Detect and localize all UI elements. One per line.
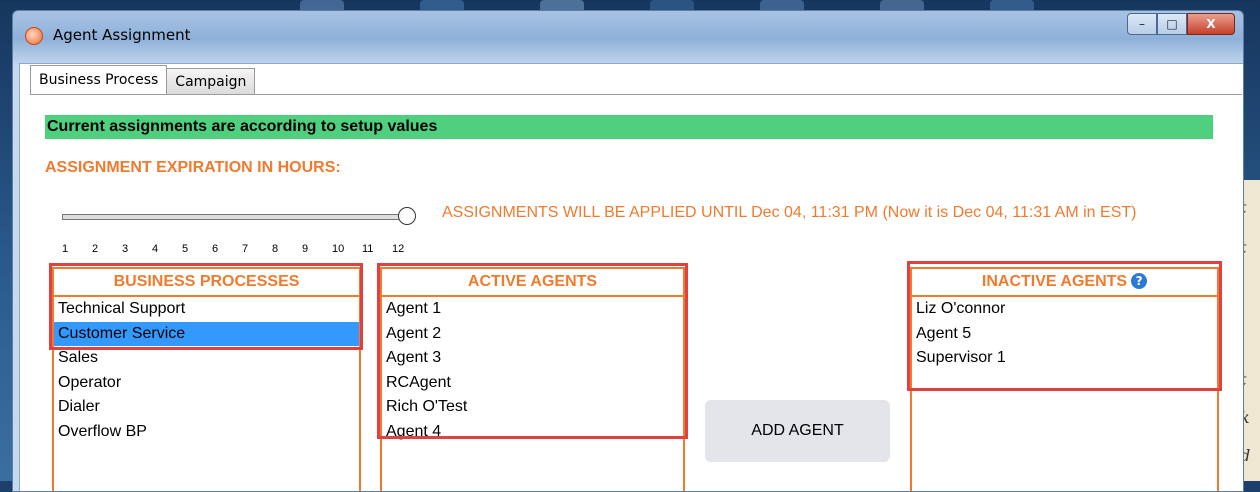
close-button[interactable]: X — [1187, 13, 1235, 35]
business-processes-header: BUSINESS PROCESSES — [54, 269, 359, 297]
business-process-item[interactable]: Overflow BP — [54, 420, 359, 445]
active-agent-item[interactable]: Agent 2 — [382, 322, 683, 347]
tab-business-process[interactable]: Business Process — [30, 65, 168, 94]
app-icon — [25, 27, 43, 45]
slider-tick-label: 1 — [62, 243, 69, 255]
tab-campaign[interactable]: Campaign — [166, 68, 256, 94]
inactive-agents-panel: INACTIVE AGENTS? Liz O'connor Agent 5 Supe… — [910, 267, 1219, 491]
inactive-agents-list[interactable]: Liz O'connor Agent 5 Supervisor 1 — [912, 297, 1217, 491]
add-agent-button[interactable]: ADD AGENT — [705, 400, 890, 462]
slider-tick-label: 12 — [392, 243, 405, 255]
window-controls: – □ X — [1127, 13, 1235, 35]
active-agent-item[interactable]: Agent 1 — [382, 297, 683, 322]
slider-tick-label: 11 — [362, 243, 374, 255]
agent-assignment-window: Agent Assignment – □ X Business Process … — [12, 10, 1244, 492]
business-process-item[interactable]: Technical Support — [54, 297, 359, 322]
tab-strip: Business Process Campaign — [30, 65, 256, 94]
window-title: Agent Assignment — [53, 26, 191, 44]
inactive-agent-item[interactable]: Liz O'connor — [912, 297, 1217, 322]
slider-tick-label: 2 — [92, 243, 99, 255]
expiration-slider-thumb[interactable] — [398, 207, 416, 225]
inactive-agents-header-label: INACTIVE AGENTS — [981, 273, 1128, 290]
slider-tick-label: 9 — [302, 243, 309, 255]
active-agents-header: ACTIVE AGENTS — [382, 269, 683, 297]
active-agent-item[interactable]: Rich O'Test — [382, 395, 683, 420]
slider-tick-labels: 1 2 3 4 5 6 7 8 9 10 11 12 — [62, 243, 422, 255]
slider-tick-label: 6 — [212, 243, 219, 255]
title-bar[interactable]: Agent Assignment – □ X — [13, 11, 1243, 63]
business-process-item[interactable]: Dialer — [54, 395, 359, 420]
slider-tick-label: 3 — [122, 243, 129, 255]
help-icon[interactable]: ? — [1131, 273, 1148, 289]
business-processes-panel: BUSINESS PROCESSES Technical Support Cust… — [52, 267, 361, 491]
inactive-agent-item[interactable]: Supervisor 1 — [912, 346, 1217, 371]
slider-tick-label: 4 — [152, 243, 159, 255]
business-process-tab-content: Current assignments are according to set… — [20, 95, 1243, 491]
business-process-item[interactable]: Sales — [54, 346, 359, 371]
active-agents-list[interactable]: Agent 1 Agent 2 Agent 3 RCAgent Rich O'Test A… — [382, 297, 683, 491]
active-agents-panel: ACTIVE AGENTS Agent 1 Agent 2 Agent 3 RCAge… — [380, 267, 685, 491]
expiration-slider-track[interactable] — [62, 214, 409, 220]
slider-tick-label: 7 — [242, 243, 249, 255]
status-banner: Current assignments are according to set… — [45, 115, 1213, 139]
business-process-item[interactable]: Operator — [54, 371, 359, 396]
business-processes-list[interactable]: Technical Support Customer Service Sales Op… — [54, 297, 359, 491]
slider-tick-label: 5 — [182, 243, 189, 255]
inactive-agents-header: INACTIVE AGENTS? — [912, 269, 1217, 297]
inactive-agent-item[interactable]: Agent 5 — [912, 322, 1217, 347]
slider-tick-label: 10 — [332, 243, 345, 255]
active-agent-item[interactable]: Agent 4 — [382, 420, 683, 445]
maximize-button[interactable]: □ — [1157, 13, 1187, 35]
expiration-label: ASSIGNMENT EXPIRATION IN HOURS: — [45, 159, 341, 176]
window-client-area: Business Process Campaign Current assign… — [19, 63, 1243, 491]
business-process-item[interactable]: Customer Service — [54, 321, 359, 346]
slider-tick-label: 8 — [272, 243, 279, 255]
minimize-button[interactable]: – — [1127, 13, 1157, 35]
assignment-apply-text: ASSIGNMENTS WILL BE APPLIED UNTIL Dec 04… — [442, 204, 1137, 221]
active-agent-item[interactable]: Agent 3 — [382, 346, 683, 371]
active-agent-item[interactable]: RCAgent — [382, 371, 683, 396]
